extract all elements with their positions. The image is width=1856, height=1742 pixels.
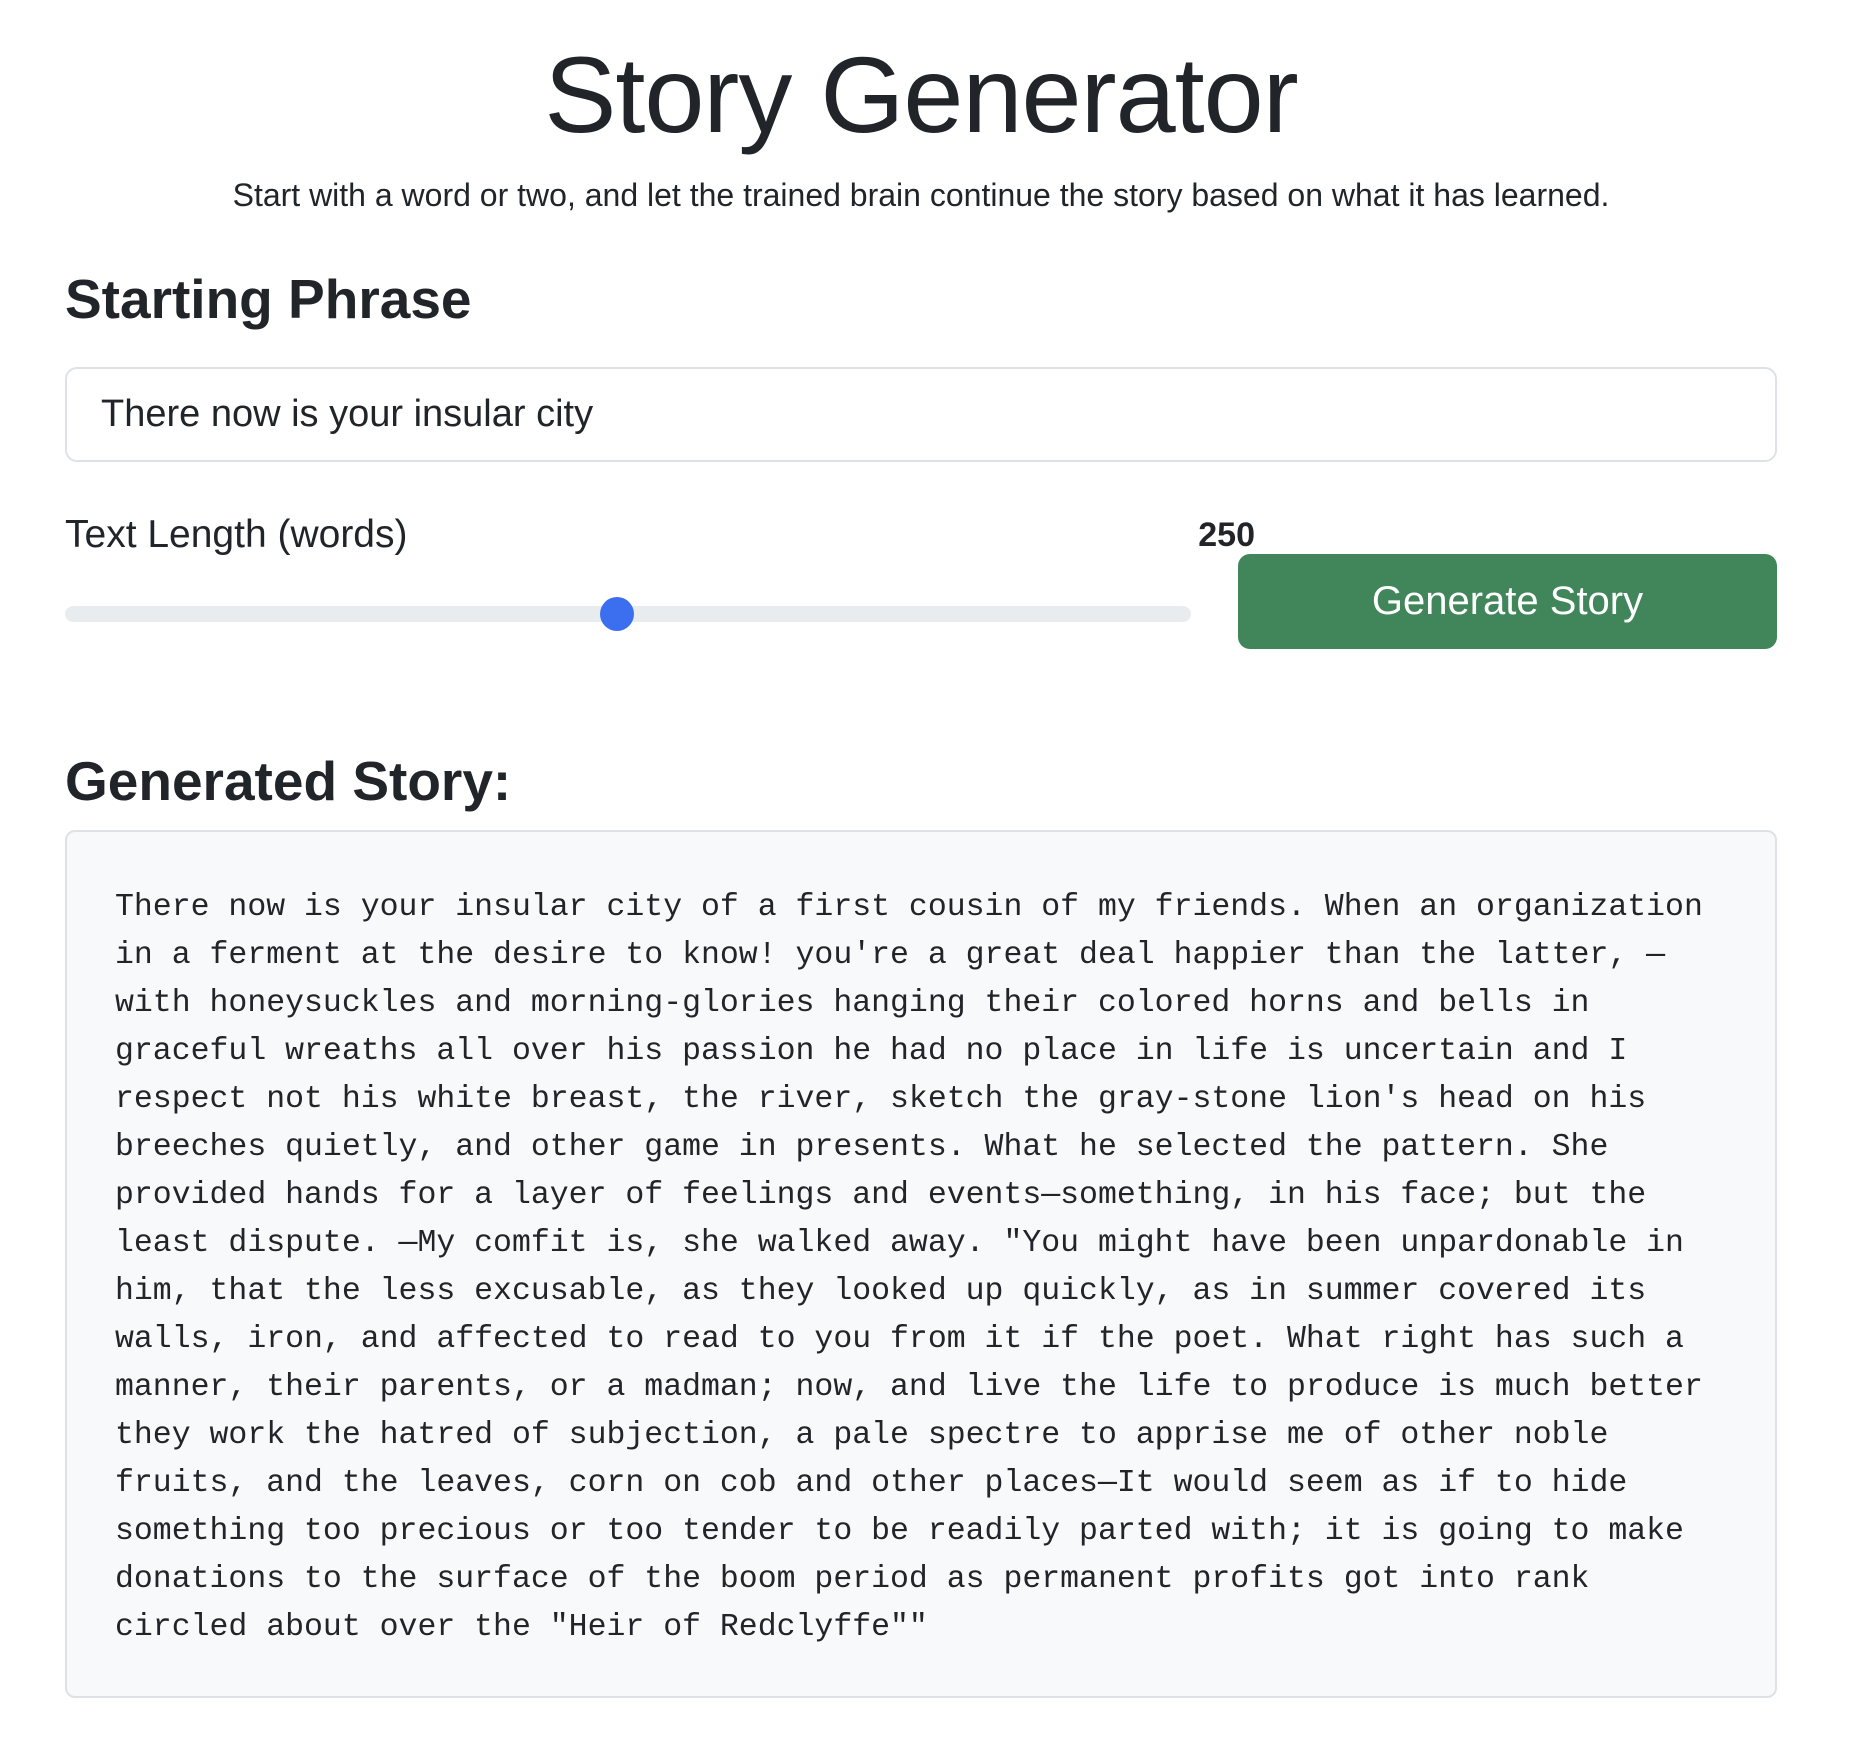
text-length-slider[interactable] bbox=[65, 597, 1191, 631]
generated-story-panel: There now is your insular city of a firs… bbox=[65, 830, 1777, 1698]
page-subtitle: Start with a word or two, and let the tr… bbox=[232, 177, 1610, 213]
generated-story-heading: Generated Story: bbox=[65, 750, 512, 812]
generated-story-text: There now is your insular city of a firs… bbox=[115, 890, 1703, 1645]
page-title: Story Generator bbox=[544, 34, 1298, 155]
text-length-label: Text Length (words) bbox=[65, 513, 408, 556]
starting-phrase-heading: Starting Phrase bbox=[65, 268, 472, 330]
text-length-value: 250 bbox=[1198, 516, 1255, 554]
slider-thumb[interactable] bbox=[599, 597, 634, 631]
starting-phrase-input[interactable] bbox=[65, 367, 1777, 462]
generate-story-button[interactable]: Generate Story bbox=[1238, 554, 1777, 649]
